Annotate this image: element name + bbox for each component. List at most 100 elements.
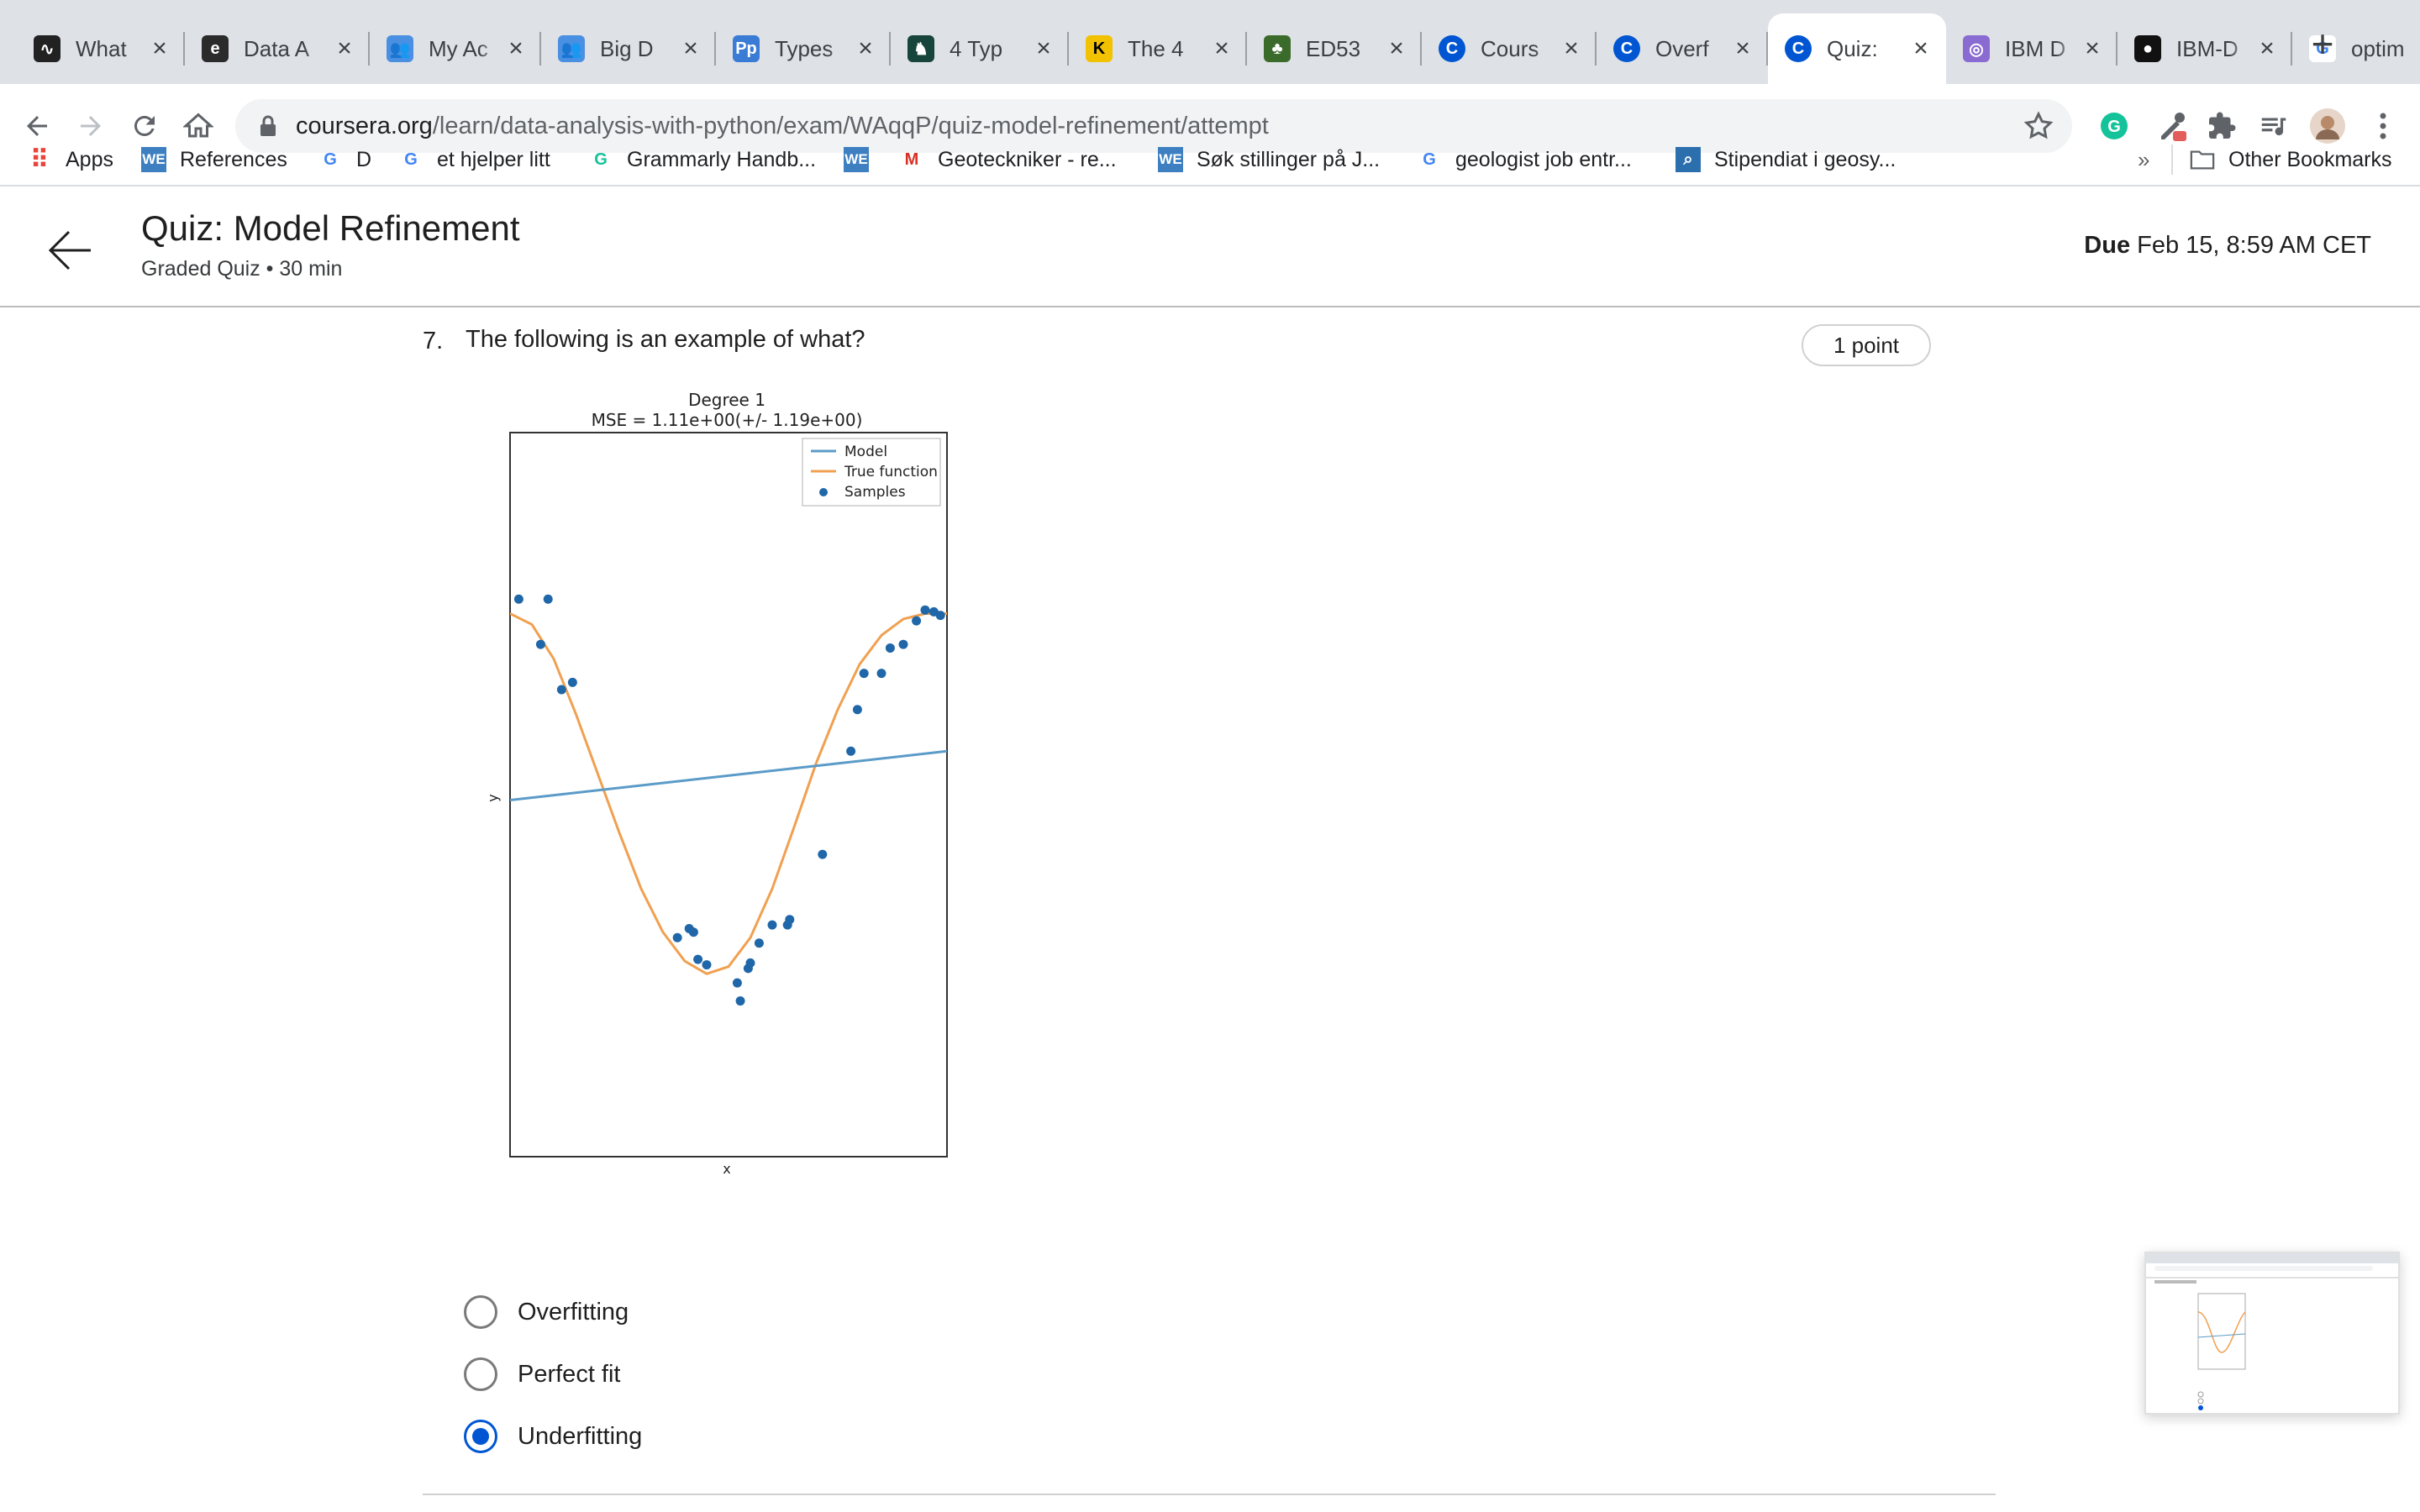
- bookmark-geologist-job-entr[interactable]: Ggeologist job entr...: [1417, 143, 1632, 176]
- bookmark-d[interactable]: GD: [318, 143, 371, 176]
- close-tab-icon[interactable]: ×: [2077, 34, 2107, 63]
- tab-ed53[interactable]: ♣ ED53 ×: [1247, 13, 1422, 84]
- close-tab-icon[interactable]: ×: [676, 34, 706, 63]
- bookmark-apps[interactable]: ⠿ Apps: [27, 143, 113, 176]
- sample-point: [920, 605, 930, 615]
- option-label: Perfect fit: [518, 1360, 621, 1388]
- tab-title: What: [76, 35, 127, 61]
- option-label: Overfitting: [518, 1298, 629, 1326]
- back-button[interactable]: [45, 225, 96, 276]
- legend-label: Model: [844, 444, 887, 460]
- chart-subtitle: MSE = 1.11e+00(+/- 1.19e+00): [592, 410, 863, 430]
- sample-point: [898, 639, 908, 649]
- close-tab-icon[interactable]: ×: [2252, 34, 2282, 63]
- due-label: Due: [2084, 232, 2131, 259]
- bookmark-references[interactable]: WE References: [141, 143, 287, 176]
- bookmark-geoteckniker-re[interactable]: M Geoteckniker - re...: [899, 143, 1117, 176]
- sample-point: [688, 927, 698, 937]
- tab-data-a[interactable]: e Data A ×: [185, 13, 370, 84]
- model-line: [510, 749, 947, 801]
- bookmark-label: et hjelper litt: [437, 147, 550, 171]
- other-bookmarks-folder[interactable]: Other Bookmarks: [2190, 143, 2392, 176]
- search-box-icon: ⌕: [1676, 147, 1701, 172]
- tab-my-ac[interactable]: 👥 My Ac ×: [370, 13, 541, 84]
- bookmark-label: D: [356, 147, 372, 171]
- radio-button[interactable]: [464, 1420, 497, 1453]
- bookmark-we[interactable]: WE: [844, 143, 882, 176]
- spartan-icon: ♞: [908, 35, 934, 62]
- other-bookmarks-label: Other Bookmarks: [2228, 147, 2392, 171]
- tab-ibm-d[interactable]: ● IBM-D ×: [2118, 13, 2292, 84]
- sample-point: [754, 938, 764, 948]
- close-tab-icon[interactable]: ×: [501, 34, 531, 63]
- sample-point: [543, 594, 553, 604]
- quiz-header: Quiz: Model Refinement Graded Quiz • 30 …: [0, 186, 2420, 307]
- tab-4-typ[interactable]: ♞ 4 Typ ×: [891, 13, 1069, 84]
- edge-icon: e: [202, 35, 229, 62]
- tab-cours[interactable]: C Cours ×: [1422, 13, 1597, 84]
- close-tab-icon[interactable]: ×: [1381, 34, 1412, 63]
- sample-point: [885, 643, 895, 653]
- sample-point: [876, 669, 886, 679]
- we-icon: WE: [1158, 147, 1183, 172]
- legend-label: True function: [844, 464, 938, 480]
- tab-what[interactable]: ∿ What ×: [17, 13, 185, 84]
- tab-title: Types: [775, 35, 834, 61]
- tab-title: IBM D: [2005, 35, 2066, 61]
- due-date: Due Feb 15, 8:59 AM CET: [2084, 232, 2371, 260]
- new-tab-button[interactable]: +: [2297, 18, 2348, 69]
- screenshot-preview-thumbnail[interactable]: [2144, 1252, 2400, 1415]
- tab-the-4[interactable]: K The 4 ×: [1069, 13, 1247, 84]
- option-perfect-fit[interactable]: Perfect fit: [464, 1356, 621, 1393]
- github-icon: ●: [2134, 35, 2161, 62]
- close-tab-icon[interactable]: ×: [1028, 34, 1059, 63]
- bookmark-et-hjelper-litt[interactable]: Get hjelper litt: [398, 143, 550, 176]
- close-tab-icon[interactable]: ×: [329, 34, 360, 63]
- tab-title: Quiz:: [1827, 35, 1878, 61]
- close-tab-icon[interactable]: ×: [1906, 34, 1936, 63]
- legend-swatch: [819, 488, 828, 496]
- tab-big-d[interactable]: 👥 Big D ×: [541, 13, 716, 84]
- google-icon: G: [324, 150, 337, 169]
- radio-button[interactable]: [464, 1357, 497, 1391]
- gmail-icon: M: [904, 150, 919, 169]
- sample-point: [567, 677, 577, 687]
- coursera-icon: C: [1439, 35, 1465, 62]
- close-tab-icon[interactable]: ×: [1728, 34, 1758, 63]
- question-text: The following is an example of what?: [466, 326, 865, 353]
- chart-y-axis-label: y: [485, 794, 501, 801]
- translate-icon: G: [404, 150, 418, 169]
- close-tab-icon[interactable]: ×: [1556, 34, 1586, 63]
- svg-text:G: G: [2107, 118, 2121, 136]
- question-divider: [423, 1494, 1996, 1495]
- quiz-subtitle: Graded Quiz • 30 min: [141, 257, 343, 281]
- tab-title: Data A: [244, 35, 310, 61]
- tab-ibm-d[interactable]: ◎ IBM D ×: [1946, 13, 2118, 84]
- bookmark-s-k-stillinger-p-j[interactable]: WE Søk stillinger på J...: [1158, 143, 1380, 176]
- bookmark-label: Søk stillinger på J...: [1197, 147, 1381, 171]
- bookmark-label: Apps: [66, 147, 113, 171]
- tab-title: The 4: [1128, 35, 1184, 61]
- k-icon: K: [1086, 35, 1113, 62]
- option-overfitting[interactable]: Overfitting: [464, 1294, 629, 1331]
- tab-quiz[interactable]: C Quiz: ×: [1768, 13, 1946, 84]
- bookmark-grammarly-handb[interactable]: G Grammarly Handb...: [588, 143, 816, 176]
- tab-overf[interactable]: C Overf ×: [1597, 13, 1768, 84]
- radio-button[interactable]: [464, 1295, 497, 1329]
- legend-label: Samples: [844, 484, 906, 501]
- chart-frame: [509, 432, 948, 1158]
- bookmark-label: Stipendiat i geosy...: [1714, 147, 1897, 171]
- sample-point: [785, 915, 795, 925]
- close-tab-icon[interactable]: ×: [145, 34, 175, 63]
- bookmark-stipendiat-i-geosy[interactable]: ⌕ Stipendiat i geosy...: [1676, 143, 1896, 176]
- folder-icon: [2190, 147, 2215, 172]
- option-underfitting[interactable]: Underfitting: [464, 1418, 642, 1455]
- tab-types[interactable]: Pp Types ×: [716, 13, 891, 84]
- more-bookmarks-button[interactable]: »: [2138, 143, 2149, 176]
- grammarly-icon: G: [594, 150, 608, 169]
- points-badge: 1 point: [1802, 324, 1931, 366]
- close-tab-icon[interactable]: ×: [850, 34, 881, 63]
- close-tab-icon[interactable]: ×: [1207, 34, 1237, 63]
- people-icon: 👥: [558, 35, 585, 62]
- sample-point: [859, 669, 869, 679]
